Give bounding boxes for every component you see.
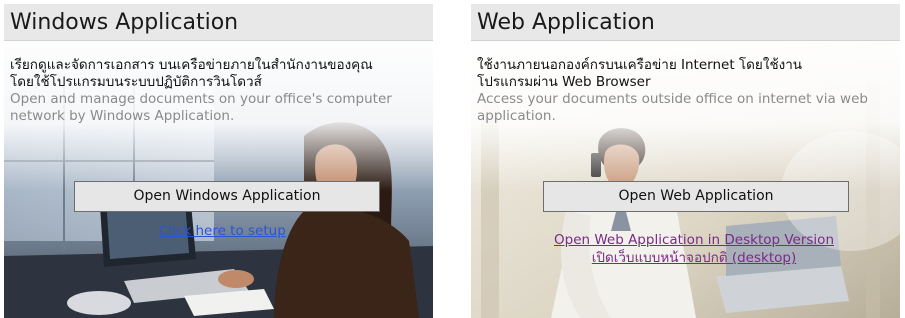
windows-desc-english: Open and manage documents on your office…: [10, 91, 392, 124]
open-web-application-button[interactable]: Open Web Application: [543, 181, 849, 212]
windows-desc-thai-line-2: โดยใช้โปรแกรมบนระบบปฏิบัติการวินโดวส์: [10, 74, 262, 90]
windows-panel-title: Windows Application: [10, 10, 239, 35]
web-description: ใช้งานภายนอกองค์กรบนเครือข่าย Internet โ…: [477, 57, 897, 125]
desktop-link-english[interactable]: Open Web Application in Desktop Version: [529, 231, 859, 249]
open-windows-application-button[interactable]: Open Windows Application: [74, 181, 380, 212]
web-desc-thai-line-1: ใช้งานภายนอกองค์กรบนเครือข่าย Internet โ…: [477, 57, 803, 73]
web-panel-header: Web Application: [471, 4, 900, 41]
windows-application-panel: Windows Application เรียกดูและจัดการเอกส…: [4, 4, 433, 318]
setup-link[interactable]: Click here to setup: [159, 223, 286, 239]
web-desc-english: Access your documents outside office on …: [477, 91, 868, 124]
desktop-link-thai[interactable]: เปิดเว็บแบบหน้าจอปกติ (desktop): [529, 249, 859, 267]
windows-desc-thai-line-1: เรียกดูและจัดการเอกสาร บนเครือข่ายภายในส…: [10, 57, 373, 73]
open-desktop-version-link[interactable]: Open Web Application in Desktop Version …: [529, 231, 859, 267]
web-application-panel: Web Application ใช้งานภายนอกองค์กรบนเครื…: [471, 4, 900, 318]
web-desc-thai-line-2: โปรแกรมผ่าน Web Browser: [477, 74, 651, 90]
windows-panel-header: Windows Application: [4, 4, 433, 41]
web-panel-title: Web Application: [477, 10, 655, 35]
windows-description: เรียกดูและจัดการเอกสาร บนเครือข่ายภายในส…: [10, 57, 430, 125]
